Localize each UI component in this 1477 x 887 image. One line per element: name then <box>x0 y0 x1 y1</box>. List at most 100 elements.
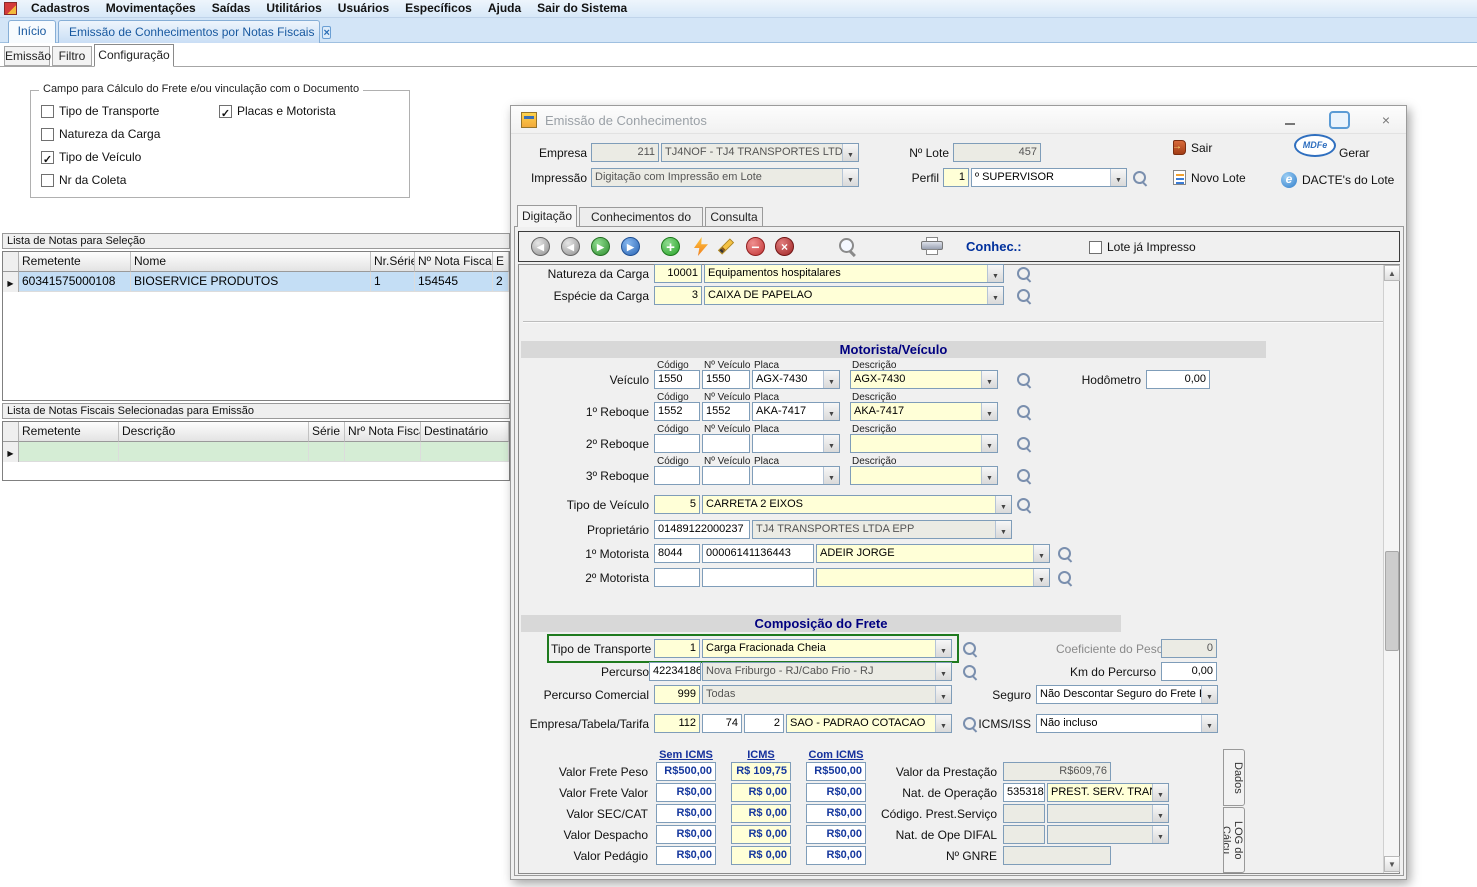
tab-configuracao[interactable]: Configuração <box>94 44 174 67</box>
col-nota-fiscal[interactable]: Nº Nota Fiscal <box>415 252 493 272</box>
percurso-comercial-combo[interactable]: Todas <box>702 685 952 704</box>
col-nome[interactable]: Nome <box>131 252 371 272</box>
delete-record-button[interactable] <box>746 237 765 256</box>
tipo-veiculo-lookup-icon[interactable] <box>1017 498 1031 512</box>
despacho-icms-field[interactable]: R$ 0,00 <box>731 825 791 844</box>
perfil-code-field[interactable]: 1 <box>943 168 969 187</box>
pedagio-sem-field[interactable]: R$0,00 <box>656 846 716 865</box>
dropdown-arrow-icon[interactable] <box>981 435 997 452</box>
scrollbar-down-icon[interactable] <box>1384 856 1400 872</box>
record-next-button[interactable] <box>591 237 610 256</box>
percurso-code-field[interactable]: 42234186 <box>649 662 701 681</box>
gerar-label[interactable]: Gerar <box>1339 146 1370 160</box>
dropdown-arrow-icon[interactable] <box>1152 784 1168 801</box>
checkbox-nr-coleta[interactable]: Nr da Coleta <box>41 173 126 187</box>
col-e[interactable]: E <box>493 252 509 272</box>
reboque3-descricao-combo[interactable] <box>850 466 998 485</box>
menu-usuarios[interactable]: Usuários <box>330 0 397 17</box>
dacte-button[interactable]: DACTE's do Lote <box>1281 172 1394 188</box>
checkbox-tipo-transporte[interactable]: Tipo de Transporte <box>41 104 159 118</box>
dropdown-arrow-icon[interactable] <box>981 467 997 484</box>
reboque3-placa-combo[interactable] <box>752 466 840 485</box>
empresa-code-field[interactable]: 211 <box>591 143 659 162</box>
perfil-lookup-icon[interactable] <box>1133 171 1147 185</box>
dropdown-arrow-icon[interactable] <box>981 403 997 420</box>
reboque2-descricao-combo[interactable] <box>850 434 998 453</box>
dropdown-arrow-icon[interactable] <box>823 467 839 484</box>
especie-lookup-icon[interactable] <box>1017 289 1031 303</box>
nat-difal-combo[interactable] <box>1047 825 1169 844</box>
tab-digitacao[interactable]: Digitação <box>517 205 577 227</box>
gnre-field[interactable] <box>1003 846 1111 865</box>
tipo-veiculo-combo[interactable]: CARRETA 2 EIXOS <box>702 495 1012 514</box>
col-destinatario[interactable]: Destinatário <box>421 422 509 442</box>
menu-especificos[interactable]: Específicos <box>397 0 480 17</box>
menu-sair-sistema[interactable]: Sair do Sistema <box>529 0 635 17</box>
veiculo-placa-combo[interactable]: AGX-7430 <box>752 370 840 389</box>
icms-iss-combo[interactable]: Não incluso <box>1036 714 1218 733</box>
side-tab-dados[interactable]: Dados <box>1223 749 1245 806</box>
tab-consulta[interactable]: Consulta <box>705 207 763 227</box>
motorista2-doc-field[interactable] <box>702 568 814 587</box>
dropdown-arrow-icon[interactable] <box>1033 569 1049 586</box>
dropdown-arrow-icon[interactable] <box>1152 805 1168 822</box>
checkbox-icon[interactable] <box>41 151 54 164</box>
dropdown-arrow-icon[interactable] <box>842 169 858 186</box>
dropdown-arrow-icon[interactable] <box>935 686 951 703</box>
tab-emissao-conhecimentos[interactable]: Emissão de Conhecimentos por Notas Fisca… <box>58 20 320 43</box>
checkbox-icon[interactable] <box>41 174 54 187</box>
reboque1-placa-combo[interactable]: AKA-7417 <box>752 402 840 421</box>
col-nr-serie[interactable]: Nr.Série <box>371 252 415 272</box>
dropdown-arrow-icon[interactable] <box>1201 715 1217 732</box>
reboque1-numero-field[interactable]: 1552 <box>702 402 750 421</box>
sec-cat-sem-field[interactable]: R$0,00 <box>656 804 716 823</box>
proprietario-code-field[interactable]: 01489122000237 <box>654 520 750 539</box>
reboque1-codigo-field[interactable]: 1552 <box>654 402 700 421</box>
frete-valor-com-field[interactable]: R$0,00 <box>806 783 866 802</box>
tarifa-empresa-field[interactable]: 112 <box>654 714 700 733</box>
checkbox-icon[interactable] <box>41 105 54 118</box>
checkbox-natureza-carga[interactable]: Natureza da Carga <box>41 127 160 141</box>
motorista1-doc-field[interactable]: 00006141136443 <box>702 544 814 563</box>
tarifa-tarifa-field[interactable]: 2 <box>744 714 784 733</box>
dropdown-arrow-icon[interactable] <box>823 371 839 388</box>
frete-peso-icms-field[interactable]: R$ 109,75 <box>731 762 791 781</box>
tipo-transporte-code-field[interactable]: 1 <box>654 639 700 658</box>
despacho-com-field[interactable]: R$0,00 <box>806 825 866 844</box>
sec-cat-com-field[interactable]: R$0,00 <box>806 804 866 823</box>
frete-peso-com-field[interactable]: R$500,00 <box>806 762 866 781</box>
dropdown-arrow-icon[interactable] <box>1110 169 1126 186</box>
dropdown-arrow-icon[interactable] <box>1201 686 1217 703</box>
cod-prest-combo[interactable] <box>1047 804 1169 823</box>
reboque2-placa-combo[interactable] <box>752 434 840 453</box>
dropdown-arrow-icon[interactable] <box>1152 826 1168 843</box>
record-prev-button[interactable] <box>561 237 580 256</box>
dialog-title-bar[interactable]: Emissão de Conhecimentos <box>511 106 1406 134</box>
sec-cat-icms-field[interactable]: R$ 0,00 <box>731 804 791 823</box>
dropdown-arrow-icon[interactable] <box>1033 545 1049 562</box>
reboque2-lookup-icon[interactable] <box>1017 437 1031 451</box>
percurso-combo[interactable]: Nova Friburgo - RJ/Cabo Frio - RJ <box>702 662 952 681</box>
tarifa-tabela-field[interactable]: 74 <box>702 714 742 733</box>
especie-combo[interactable]: CAIXA DE PAPELAO <box>704 286 1004 305</box>
dropdown-arrow-icon[interactable] <box>935 715 951 732</box>
veiculo-lookup-icon[interactable] <box>1017 373 1031 387</box>
novo-lote-button[interactable]: Novo Lote <box>1173 170 1246 185</box>
dropdown-arrow-icon[interactable] <box>842 144 858 161</box>
col-serie[interactable]: Série <box>309 422 345 442</box>
tab-conhecimentos-lote[interactable]: Conhecimentos do Lote <box>579 207 703 227</box>
col-remetente[interactable]: Remetente <box>19 252 131 272</box>
checkbox-icon[interactable] <box>219 105 232 118</box>
especie-code-field[interactable]: 3 <box>654 286 702 305</box>
table-row[interactable]: 60341575000108 BIOSERVICE PRODUTOS 1 154… <box>3 272 509 292</box>
close-button[interactable] <box>1375 111 1397 129</box>
despacho-sem-field[interactable]: R$0,00 <box>656 825 716 844</box>
nat-operacao-code-field[interactable]: 535318 <box>1003 783 1045 802</box>
dropdown-arrow-icon[interactable] <box>987 265 1003 282</box>
tipo-transporte-lookup-icon[interactable] <box>963 642 977 656</box>
perfil-combo[interactable]: º SUPERVISOR <box>971 168 1127 187</box>
side-tab-log-calculo[interactable]: LOG do Cálcu <box>1223 807 1245 873</box>
pedagio-icms-field[interactable]: R$ 0,00 <box>731 846 791 865</box>
checkbox-placas-motorista[interactable]: Placas e Motorista <box>219 104 336 118</box>
record-first-button[interactable] <box>531 237 550 256</box>
